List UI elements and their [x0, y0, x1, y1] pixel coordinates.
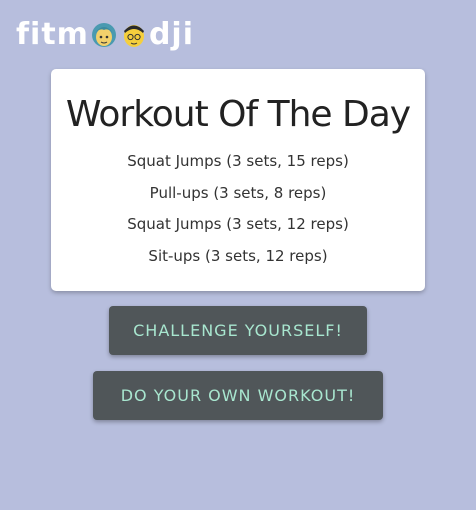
do-your-own-workout-button[interactable]: DO YOUR OWN WORKOUT!	[93, 371, 383, 420]
exercise-item: Squat Jumps (3 sets, 15 reps)	[127, 152, 349, 170]
logo-text-prefix: fitm	[16, 16, 89, 52]
workout-title: Workout Of The Day	[65, 94, 411, 135]
logo-text-suffix: dji	[148, 16, 194, 52]
boy-emoji-icon	[120, 19, 148, 49]
exercise-item: Pull-ups (3 sets, 8 reps)	[149, 183, 327, 202]
girl-emoji-icon	[90, 19, 118, 49]
app-logo[interactable]: fitm dji	[16, 14, 194, 54]
exercise-list: Squat Jumps (3 sets, 15 reps) Pull-ups (…	[0, 150, 476, 276]
exercise-item: Squat Jumps (3 sets, 12 reps)	[127, 215, 349, 233]
exercise-item: Sit-ups (3 sets, 12 reps)	[148, 246, 328, 265]
challenge-yourself-button[interactable]: CHALLENGE YOURSELF!	[109, 306, 367, 355]
